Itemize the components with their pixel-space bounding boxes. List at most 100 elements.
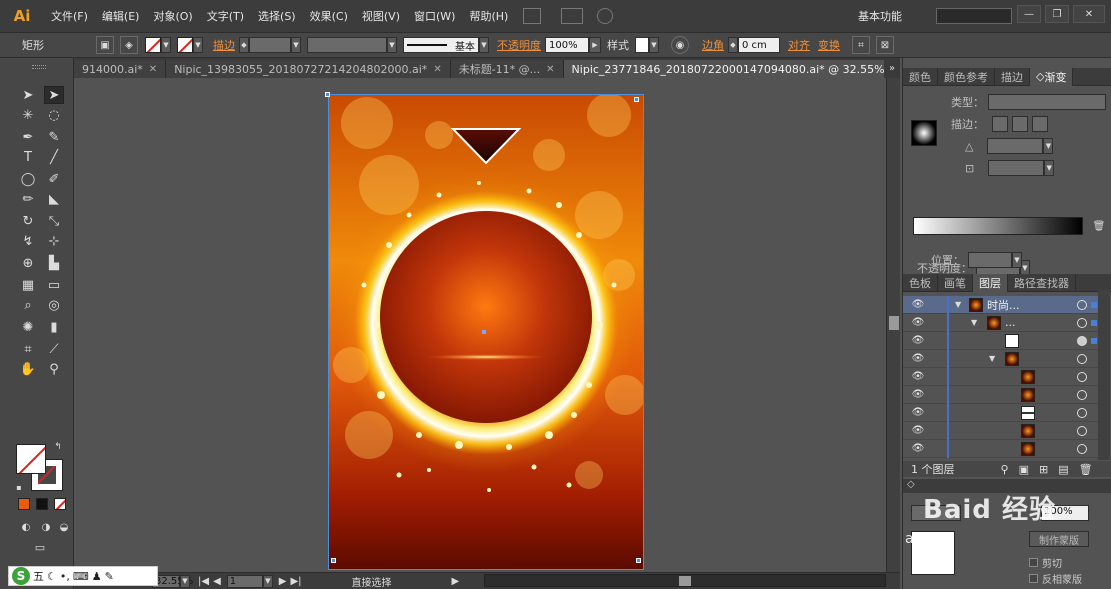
layer-row[interactable]: 👁 ▼ 时尚... bbox=[903, 296, 1103, 314]
aspect-ratio-dropdown[interactable]: ▼ bbox=[1044, 160, 1055, 176]
eye-icon[interactable]: 👁 bbox=[911, 317, 925, 328]
target-icon[interactable] bbox=[1077, 353, 1087, 364]
minimize-button[interactable]: — bbox=[1017, 5, 1041, 23]
next-artboard-button[interactable]: ▶ bbox=[279, 576, 287, 587]
target-icon[interactable] bbox=[1077, 317, 1087, 328]
tab-gradient[interactable]: ◇ 渐变 bbox=[1030, 67, 1074, 86]
anchor-point[interactable] bbox=[634, 97, 639, 102]
last-artboard-button[interactable]: ▶| bbox=[290, 576, 301, 587]
brush-definition[interactable]: 基本 bbox=[403, 37, 479, 53]
menu-select[interactable]: 选择(S) bbox=[251, 8, 303, 24]
close-tab-icon[interactable]: ✕ bbox=[433, 64, 441, 75]
transform-icon[interactable]: ⌗ bbox=[852, 36, 870, 54]
tab-color[interactable]: 颜色 bbox=[903, 67, 938, 86]
anchor-point[interactable] bbox=[325, 92, 330, 97]
aspect-ratio-input[interactable] bbox=[988, 160, 1045, 176]
workspace-switcher[interactable]: 基本功能 bbox=[858, 8, 902, 24]
stop-position-dropdown[interactable]: ▼ bbox=[1012, 252, 1022, 268]
stroke-link[interactable]: 描边 bbox=[213, 37, 235, 53]
eye-icon[interactable]: 👁 bbox=[911, 443, 925, 454]
layer-row[interactable]: 👁 bbox=[903, 422, 1103, 440]
eye-icon[interactable]: 👁 bbox=[911, 407, 925, 418]
eraser-icon[interactable]: ◣ bbox=[44, 190, 64, 208]
stroke-across-icon[interactable] bbox=[1032, 116, 1048, 132]
variable-width-dropdown[interactable]: ▼ bbox=[387, 37, 397, 53]
stroke-weight-dropdown[interactable]: ▼ bbox=[291, 37, 301, 53]
tab-document-3[interactable]: 未标题-11* @... ✕ bbox=[450, 60, 564, 78]
draw-normal-icon[interactable]: ◐ bbox=[16, 518, 36, 536]
opacity-dropdown[interactable]: ▶ bbox=[589, 37, 601, 53]
align-link[interactable]: 对齐 bbox=[788, 37, 810, 53]
menu-window[interactable]: 窗口(W) bbox=[407, 8, 462, 24]
horizontal-scrollbar[interactable] bbox=[484, 574, 886, 587]
layer-row[interactable]: 👁 bbox=[903, 368, 1103, 386]
delete-layer-icon[interactable]: 🗑 bbox=[1079, 463, 1093, 476]
canvas-area[interactable] bbox=[74, 78, 886, 572]
graphic-style-swatch[interactable] bbox=[635, 37, 649, 53]
stroke-along-icon[interactable] bbox=[1012, 116, 1028, 132]
rotate-tool-icon[interactable]: ↻ bbox=[18, 212, 38, 230]
hand-tool-icon[interactable]: ✋ bbox=[18, 360, 38, 378]
recolor-artwork-icon[interactable]: ◉ bbox=[671, 36, 689, 54]
stroke-swatch[interactable] bbox=[177, 37, 193, 53]
screen-mode-icon[interactable]: ▭ bbox=[30, 538, 50, 556]
invert-mask-checkbox[interactable]: 反相蒙版 bbox=[1029, 571, 1082, 586]
close-tab-icon[interactable]: ✕ bbox=[546, 64, 554, 75]
pencil-icon[interactable]: ✏ bbox=[18, 190, 38, 208]
layer-row[interactable]: 👁 bbox=[903, 332, 1103, 350]
gradient-thumbnail[interactable] bbox=[911, 120, 937, 146]
close-tab-icon[interactable]: ✕ bbox=[149, 64, 157, 75]
transform-link[interactable]: 变换 bbox=[818, 37, 840, 53]
selection-indicator[interactable] bbox=[1091, 301, 1097, 308]
magic-wand-icon[interactable]: ✳ bbox=[18, 106, 38, 124]
edit-contents-icon[interactable]: ◈ bbox=[120, 36, 138, 54]
line-tool-icon[interactable]: ╱ bbox=[44, 148, 64, 166]
stop-position-input[interactable] bbox=[968, 252, 1012, 268]
ime-mode-label[interactable]: 五 bbox=[33, 568, 44, 584]
eye-icon[interactable]: 👁 bbox=[911, 389, 925, 400]
layer-row[interactable]: 👁 bbox=[903, 404, 1103, 422]
layer-row[interactable]: 👁 ▼ bbox=[903, 350, 1103, 368]
menu-edit[interactable]: 编辑(E) bbox=[95, 8, 147, 24]
artboard-number-input[interactable]: 1 bbox=[226, 574, 263, 588]
isolate-mode-icon[interactable]: ⊠ bbox=[876, 36, 894, 54]
direct-selection-tool-icon[interactable]: ➤ bbox=[44, 86, 64, 104]
paintbrush-icon[interactable]: ✐ bbox=[44, 170, 64, 188]
selection-tool-icon[interactable]: ➤ bbox=[18, 86, 38, 104]
layers-scrollbar[interactable] bbox=[1098, 290, 1110, 460]
graphic-style-dropdown[interactable]: ▼ bbox=[649, 37, 659, 53]
eye-icon[interactable]: 👁 bbox=[911, 335, 925, 346]
swap-fill-stroke-icon[interactable]: ↰ bbox=[52, 442, 64, 452]
tab-document-1[interactable]: 914000.ai* ✕ bbox=[74, 60, 167, 78]
menu-effect[interactable]: 效果(C) bbox=[303, 8, 355, 24]
gradient-slider[interactable] bbox=[913, 217, 1083, 235]
shape-builder-icon[interactable]: ⊕ bbox=[18, 254, 38, 272]
free-transform-icon[interactable]: ⊹ bbox=[44, 232, 64, 250]
selection-indicator[interactable] bbox=[1091, 337, 1097, 344]
corner-stepper[interactable]: ◆ bbox=[728, 37, 738, 53]
isolate-icon[interactable]: ▣ bbox=[96, 36, 114, 54]
stroke-weight-input[interactable] bbox=[249, 37, 291, 53]
graph-tool-icon[interactable]: ▮ bbox=[44, 318, 64, 336]
expand-icon[interactable]: ▼ bbox=[971, 318, 977, 327]
tab-document-2[interactable]: Nipic_13983055_20180727214204802000.ai* ✕ bbox=[166, 60, 451, 78]
layer-row[interactable]: 👁 ▼ ... bbox=[903, 314, 1103, 332]
eye-icon[interactable]: 👁 bbox=[911, 371, 925, 382]
default-fill-stroke-icon[interactable]: ▪ bbox=[14, 482, 24, 492]
layer-row[interactable]: 👁 bbox=[903, 386, 1103, 404]
angle-dropdown[interactable]: ▼ bbox=[1043, 138, 1054, 154]
gradient-type-select[interactable] bbox=[988, 94, 1106, 110]
gradient-mode-swatch[interactable] bbox=[36, 498, 48, 510]
target-icon[interactable] bbox=[1077, 389, 1087, 400]
live-paint-icon[interactable]: ▙ bbox=[44, 254, 64, 272]
tab-layers[interactable]: 图层 bbox=[973, 273, 1008, 292]
slice-tool-icon[interactable]: ⟋ bbox=[44, 340, 64, 358]
user-icon[interactable]: ♟ bbox=[92, 570, 102, 583]
stroke-within-icon[interactable] bbox=[992, 116, 1008, 132]
more-tabs-icon[interactable]: » bbox=[884, 58, 900, 78]
close-button[interactable]: ✕ bbox=[1073, 5, 1105, 23]
scroll-thumb[interactable] bbox=[889, 316, 899, 330]
stroke-dropdown[interactable]: ▼ bbox=[193, 37, 203, 53]
artboard-tool-icon[interactable]: ⌗ bbox=[18, 340, 38, 358]
brush-dropdown[interactable]: ▼ bbox=[479, 37, 489, 53]
